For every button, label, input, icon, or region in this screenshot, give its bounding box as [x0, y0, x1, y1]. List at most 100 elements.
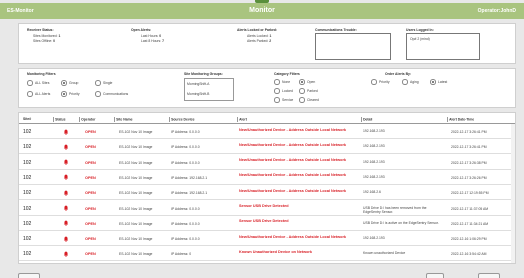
col-label: Site Name: [116, 116, 133, 121]
site-number: 102: [23, 220, 32, 227]
radio-circle: [274, 97, 280, 103]
operator-name: JohnD: [500, 7, 516, 14]
table-row[interactable]: 102 OPEN ES-102 Nov 10 Image IP Address: 0.…: [19, 140, 515, 155]
alert-detail: 192.168.2.193: [363, 159, 385, 164]
site-name: ES-102 Nov 10 Image: [119, 237, 153, 242]
source-device: IP Address: 0.0.0.0: [171, 160, 200, 165]
radio-priority[interactable]: Priority: [61, 91, 80, 97]
alert-datetime: 2022-12-17 3:26:41 PM: [451, 130, 487, 134]
radio-all-sites[interactable]: ALL Sites: [27, 80, 49, 86]
col-operator[interactable]: Operator: [79, 116, 95, 122]
col-alert[interactable]: Alert: [237, 116, 247, 122]
bottom-button-mid[interactable]: [426, 273, 444, 278]
radio-circle: [430, 79, 436, 85]
radio-single[interactable]: Single: [95, 80, 112, 86]
site-groups-list[interactable]: MorningShift-A MorningShift-B: [184, 78, 234, 101]
bottom-button-right[interactable]: [478, 273, 500, 278]
alert-detail: 192.168.2.193: [363, 144, 385, 149]
source-device: IP Address: 0.0.0.0: [171, 130, 200, 134]
radio-service[interactable]: Service: [274, 97, 293, 103]
alert-datetime: 2022-12-17 12:19:55 PM: [451, 191, 489, 196]
col-datetime[interactable]: Alert Date-Time: [447, 116, 474, 122]
col-source-device[interactable]: Source Device: [169, 116, 194, 122]
radio-communications[interactable]: Communications: [95, 91, 128, 97]
source-device: IP Address: 192.168.2.1: [171, 191, 208, 196]
radio-open[interactable]: Open: [299, 79, 315, 85]
bell-icon: [63, 159, 69, 166]
alerts-parked-value: 2: [269, 39, 272, 43]
alert-detail: Known unauthorized Device: [363, 251, 406, 256]
alert-datetime: 2022-12-17 3:26:41 PM: [451, 145, 487, 150]
col-site[interactable]: Site#: [23, 117, 31, 121]
alert-text: Known Unauthorized Device on Network: [239, 249, 312, 254]
radio-locked[interactable]: Locked: [274, 88, 293, 94]
operator-status: OPEN: [85, 206, 96, 211]
alert-detail: USB Drive D:\ has been removed from the …: [363, 205, 427, 214]
table-row[interactable]: 102 OPEN ES-102 Nov 10 Image IP Address: 19…: [19, 186, 515, 201]
operator-status: OPEN: [85, 252, 96, 257]
table-row[interactable]: 102 OPEN ES-102 Nov 10 Image IP Address: 0.…: [19, 156, 515, 170]
open-alerts-label: Open Alerts:: [131, 28, 152, 32]
col-status[interactable]: Status: [53, 116, 65, 122]
operator-status: OPEN: [85, 221, 96, 226]
table-row[interactable]: 102 OPEN ES-102 Nov 10 Image IP Address: 0.…: [19, 125, 515, 139]
site-number: 102: [23, 251, 32, 258]
alert-text: New/Unauthorized Device - Address Outsid…: [239, 158, 347, 163]
receiver-status-label: Receiver Status:: [27, 28, 54, 32]
radio-group[interactable]: Group: [61, 80, 78, 86]
alert-text: Sensor USB Drive Detected: [239, 219, 289, 224]
table-row[interactable]: 102 OPEN ES-102 Nov 10 Image IP Address: 0.…: [19, 232, 515, 247]
site-number: 102: [23, 159, 32, 166]
site-name: ES-102 Nov 10 Image: [119, 252, 153, 257]
alert-datetime: 2022-12-17 11:34:21 AM: [451, 221, 489, 226]
radio-label: Priority: [379, 79, 390, 84]
radio-label: Cleared: [307, 97, 319, 102]
sites-offline-label: Sites Offline:: [33, 39, 53, 43]
site-number: 102: [23, 236, 32, 243]
radio-circle: [274, 79, 280, 85]
radio-order-priority[interactable]: Priority: [371, 79, 390, 85]
page-title: Monitor: [249, 6, 275, 14]
source-device: IP Address: 0.0.0.0: [171, 237, 200, 242]
radio-cleared[interactable]: Cleared: [299, 97, 319, 103]
radio-all-alerts[interactable]: ALL Alerts: [27, 91, 50, 97]
site-group-item[interactable]: MorningShift-A: [187, 82, 209, 86]
bell-icon: [63, 251, 69, 258]
radio-label: Service: [282, 97, 294, 102]
sites-monitored: Sites Monitored: 1: [33, 34, 60, 38]
radio-none[interactable]: None: [274, 79, 290, 85]
col-label: Site#: [23, 116, 32, 121]
radio-circle: [61, 80, 67, 86]
users-logged-box: Op# 2 (mind): [406, 33, 480, 60]
col-detail[interactable]: Detail: [361, 116, 372, 122]
table-scrollbar[interactable]: [511, 124, 515, 263]
table-row[interactable]: 102 OPEN ES-102 Nov 10 Image IP Address: 0 K…: [19, 247, 515, 262]
bottom-button-left[interactable]: [18, 273, 40, 278]
operator-label: Operator:: [477, 7, 501, 14]
alert-text: New/Unauthorized Device - Address Outsid…: [239, 188, 347, 193]
table-row[interactable]: 102 OPEN ES-102 Nov 10 Image IP Address: 0.…: [19, 202, 515, 216]
radio-order-latest[interactable]: Latest: [430, 79, 447, 85]
alert-datetime: 2022-12-16 1:06:29 PM: [451, 237, 487, 242]
site-name: ES-102 Nov 10 Image: [119, 160, 153, 165]
alert-text: New/Unauthorized Device - Address Outsid…: [239, 173, 347, 178]
filters-panel: Monitoring Filters ALL Sites Group Singl…: [18, 68, 516, 108]
table-row[interactable]: 102 OPEN ES-102 Nov 10 Image IP Address: 19…: [19, 171, 515, 185]
source-device: IP Address: 0: [171, 252, 192, 257]
radio-label: Communications: [103, 91, 129, 96]
operator-status: OPEN: [85, 191, 96, 196]
radio-order-aging[interactable]: Aging: [402, 79, 419, 85]
table-row[interactable]: 102 OPEN ES-102 Nov 10 Image IP Address: 0.…: [19, 217, 515, 231]
alert-text: New/Unauthorized Device - Address Outsid…: [239, 234, 347, 239]
site-group-item[interactable]: MorningShift-B: [187, 92, 209, 96]
radio-parked[interactable]: Parked: [299, 88, 318, 94]
col-site-name[interactable]: Site Name: [114, 116, 133, 122]
last-hours: Last Hours: 0: [141, 34, 161, 38]
alerts-parked: Alerts Parked: 2: [247, 39, 271, 43]
sites-monitored-value: 1: [58, 33, 61, 38]
sites-offline-value: 0: [53, 39, 56, 43]
users-logged-value: Op# 2 (mind): [410, 37, 430, 41]
site-name: ES-102 Nov 10 Image: [119, 206, 153, 211]
radio-circle: [27, 80, 33, 86]
radio-circle: [95, 80, 101, 86]
